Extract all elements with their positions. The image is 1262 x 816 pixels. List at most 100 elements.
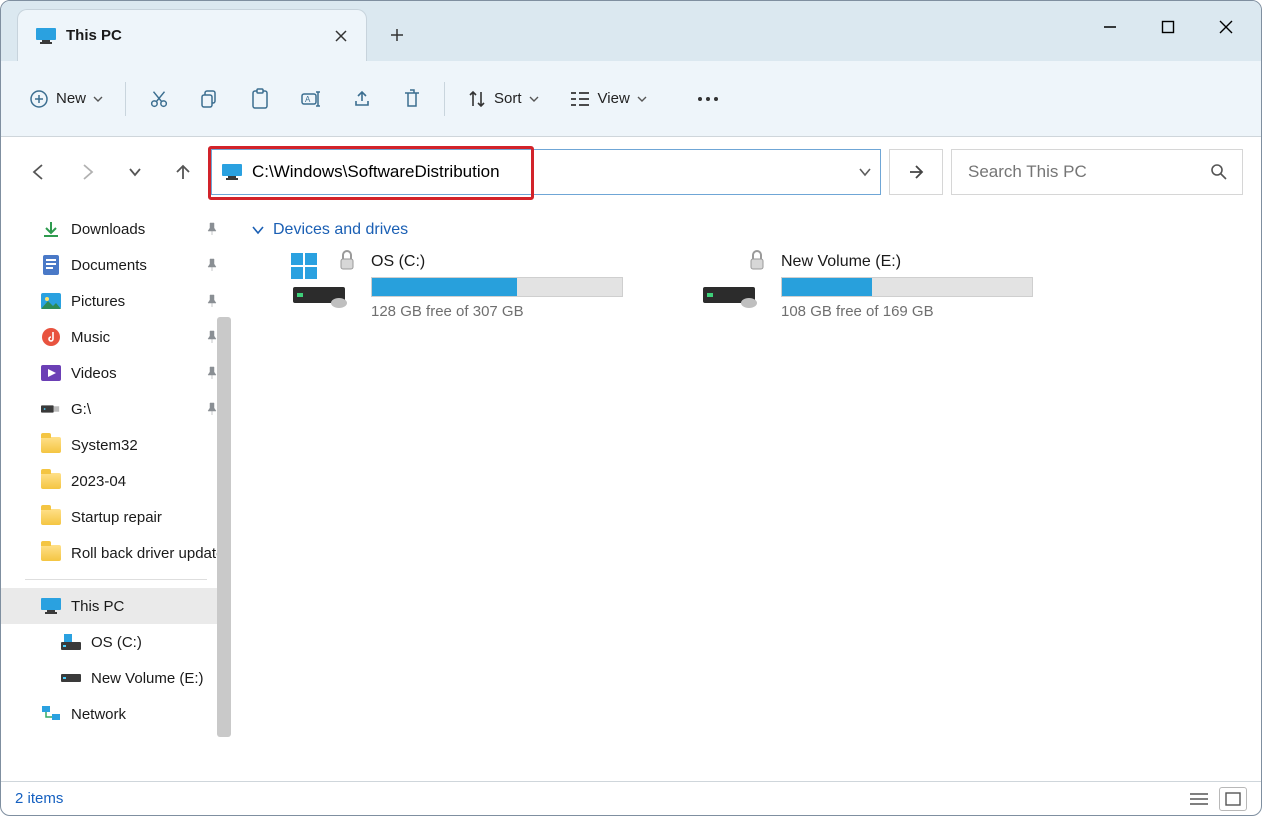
chevron-down-icon (93, 94, 103, 104)
nav-scrollbar[interactable] (217, 317, 231, 737)
svg-text:A: A (305, 95, 311, 104)
nav-item-system32[interactable]: System32 (1, 427, 231, 463)
usb-icon (41, 403, 61, 415)
plus-circle-icon (29, 89, 49, 109)
address-history-button[interactable] (858, 165, 872, 179)
forward-button[interactable] (67, 152, 107, 192)
new-label: New (56, 90, 86, 107)
nav-item-pictures[interactable]: Pictures (1, 283, 231, 319)
drive-usage-bar (781, 277, 1033, 297)
share-button[interactable] (344, 83, 380, 115)
group-title: Devices and drives (273, 221, 408, 239)
nav-label: Network (71, 706, 126, 723)
chevron-down-icon (529, 94, 539, 104)
doc-icon (41, 255, 61, 275)
network-icon (41, 705, 61, 723)
titlebar: This PC (1, 1, 1261, 61)
nav-label: 2023-04 (71, 473, 126, 490)
nav-label: Documents (71, 257, 147, 274)
nav-item-downloads[interactable]: Downloads (1, 211, 231, 247)
nav-separator (25, 579, 207, 580)
folder-icon (41, 437, 61, 453)
address-bar[interactable] (211, 149, 881, 195)
nav-item-roll-back-driver-update[interactable]: Roll back driver update (1, 535, 231, 571)
more-button[interactable] (689, 89, 727, 109)
nav-network[interactable]: Network (1, 696, 231, 732)
nav-item-startup-repair[interactable]: Startup repair (1, 499, 231, 535)
address-input[interactable] (250, 161, 870, 183)
nav-item-new-volume-e-[interactable]: New Volume (E:) (1, 660, 231, 696)
details-view-button[interactable] (1185, 787, 1213, 811)
folder-icon (41, 473, 61, 489)
nav-item-os-c-[interactable]: OS (C:) (1, 624, 231, 660)
nav-item-g-[interactable]: G:\ (1, 391, 231, 427)
sort-button[interactable]: Sort (459, 83, 547, 115)
folder-icon (41, 509, 61, 525)
nav-label: Roll back driver update (71, 545, 224, 562)
delete-button[interactable] (394, 82, 430, 116)
go-button[interactable] (889, 149, 943, 195)
search-box[interactable] (951, 149, 1243, 195)
chevron-down-icon (251, 223, 265, 237)
pic-icon (41, 293, 61, 309)
scissors-icon (148, 88, 170, 110)
nav-item-music[interactable]: Music (1, 319, 231, 355)
nav-label: Downloads (71, 221, 145, 238)
folder-icon (41, 545, 61, 561)
copy-icon (200, 89, 220, 109)
minimize-button[interactable] (1081, 7, 1139, 47)
disk-icon (61, 672, 81, 684)
drive-name: OS (C:) (371, 253, 651, 271)
toolbar: New A Sort View (1, 61, 1261, 137)
close-tab-button[interactable] (334, 29, 348, 43)
clipboard-icon (250, 88, 270, 110)
rename-button[interactable]: A (292, 83, 330, 115)
drive-item[interactable]: New Volume (E:)108 GB free of 169 GB (701, 253, 1061, 320)
paste-button[interactable] (242, 82, 278, 116)
back-button[interactable] (19, 152, 59, 192)
sort-icon (467, 89, 487, 109)
recent-locations-button[interactable] (115, 152, 155, 192)
drive-free-text: 128 GB free of 307 GB (371, 303, 651, 320)
tab-this-pc[interactable]: This PC (17, 9, 367, 61)
search-input[interactable] (966, 161, 1210, 183)
search-icon (1210, 163, 1228, 181)
trash-icon (402, 88, 422, 110)
maximize-button[interactable] (1139, 7, 1197, 47)
close-window-button[interactable] (1197, 7, 1255, 47)
nav-this-pc[interactable]: This PC (1, 588, 231, 624)
nav-label: OS (C:) (91, 634, 142, 651)
view-label: View (598, 90, 630, 107)
tab-title: This PC (66, 27, 122, 44)
group-header[interactable]: Devices and drives (251, 221, 1241, 239)
video-icon (41, 365, 61, 381)
nav-label: This PC (71, 598, 124, 615)
view-button[interactable]: View (561, 84, 655, 114)
up-button[interactable] (163, 152, 203, 192)
drives-list: OS (C:) 128 GB free of 307 GB New Volume (… (251, 253, 1241, 320)
content-pane[interactable]: Devices and drives OS (C:) 128 GB free of… (231, 207, 1261, 781)
nav-item-2023-04[interactable]: 2023-04 (1, 463, 231, 499)
new-button[interactable]: New (21, 83, 111, 115)
cut-button[interactable] (140, 82, 178, 116)
music-icon (41, 328, 61, 346)
nav-label: Startup repair (71, 509, 162, 526)
rename-icon: A (300, 89, 322, 109)
nav-item-videos[interactable]: Videos (1, 355, 231, 391)
nav-label: Videos (71, 365, 117, 382)
drive-item[interactable]: OS (C:) 128 GB free of 307 GB (291, 253, 651, 320)
view-icon (569, 90, 591, 108)
body: Downloads Documents PicturesMusic Videos G:\… (1, 207, 1261, 781)
copy-button[interactable] (192, 83, 228, 115)
nav-label: System32 (71, 437, 138, 454)
nav-item-documents[interactable]: Documents (1, 247, 231, 283)
download-icon (41, 220, 61, 238)
monitor-icon (222, 164, 242, 180)
drive-icon (291, 253, 355, 309)
large-icons-view-button[interactable] (1219, 787, 1247, 811)
pin-icon (205, 294, 219, 308)
nav-pane[interactable]: Downloads Documents PicturesMusic Videos G:\… (1, 207, 231, 781)
monitor-icon (36, 28, 56, 44)
new-tab-button[interactable] (377, 15, 417, 55)
ellipsis-icon (697, 95, 719, 103)
